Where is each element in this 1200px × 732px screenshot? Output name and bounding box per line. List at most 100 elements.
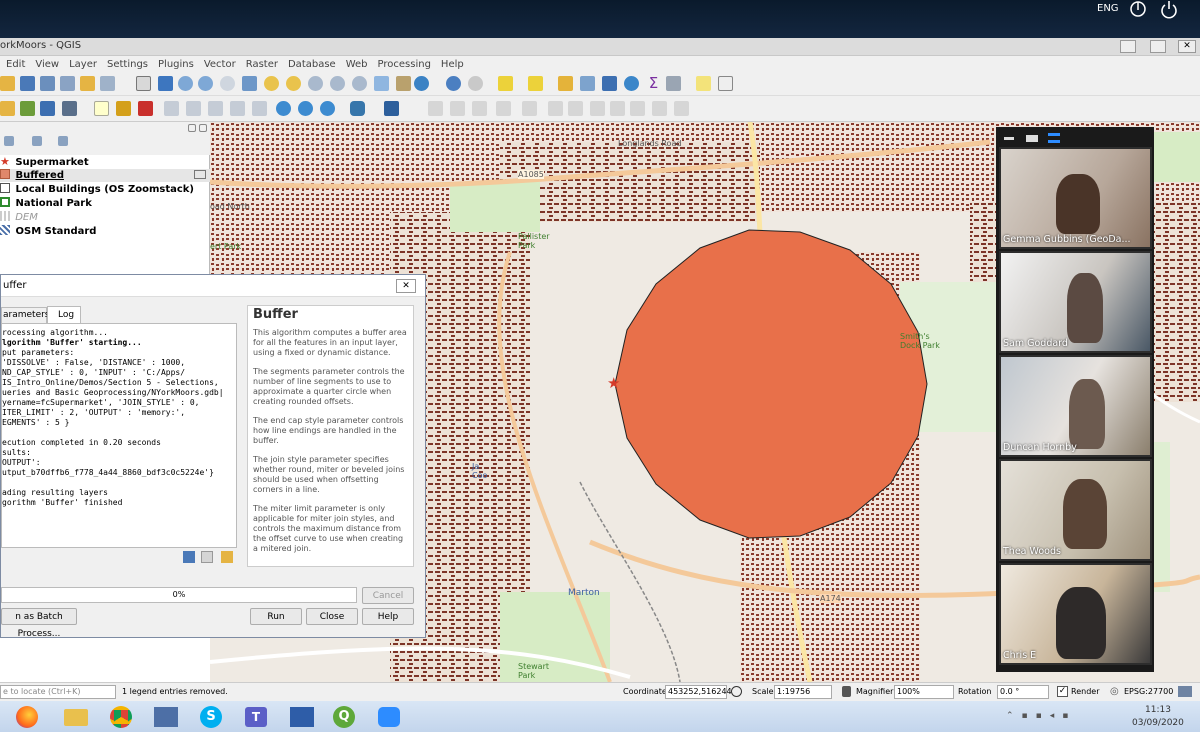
zoom-last-icon[interactable] xyxy=(330,76,345,91)
rotation-spinbox[interactable]: 0.0 ° xyxy=(997,685,1049,699)
coordinate-toggle-icon[interactable] xyxy=(731,686,742,697)
filter-legend-icon[interactable] xyxy=(58,136,68,146)
sum-icon[interactable]: Σ xyxy=(646,76,661,91)
menu-layer[interactable]: Layer xyxy=(69,59,97,70)
qgis-icon[interactable]: Q xyxy=(333,706,355,728)
text-annotation-icon[interactable] xyxy=(718,76,733,91)
delete-icon[interactable] xyxy=(568,101,583,116)
locator-search-input[interactable]: e to locate (Ctrl+K) xyxy=(0,685,116,699)
speaker-view-icon[interactable] xyxy=(1026,135,1038,142)
batch-process-button[interactable]: n as Batch Process... xyxy=(1,608,77,639)
participant-tile[interactable]: Duncan Hornby xyxy=(999,355,1152,457)
open-project-icon[interactable] xyxy=(0,76,15,91)
copy-log-icon[interactable] xyxy=(201,551,213,563)
vertex-tool-icon[interactable] xyxy=(522,101,537,116)
deselect-icon[interactable] xyxy=(558,76,573,91)
tab-parameters[interactable]: arameters xyxy=(1,307,50,323)
zoom-in-icon[interactable] xyxy=(178,76,193,91)
undo-icon[interactable] xyxy=(652,101,667,116)
map-tips-icon[interactable] xyxy=(696,76,711,91)
file-explorer-icon[interactable] xyxy=(64,709,88,726)
chrome-icon[interactable] xyxy=(110,706,132,728)
modify-attributes-icon[interactable] xyxy=(548,101,563,116)
minimize-button[interactable] xyxy=(1120,40,1136,53)
open-styling-icon[interactable] xyxy=(4,136,14,146)
temporal-icon[interactable] xyxy=(396,76,411,91)
clear-log-icon[interactable] xyxy=(221,551,233,563)
cut-icon[interactable] xyxy=(590,101,605,116)
zoom-app-icon[interactable] xyxy=(378,707,400,727)
menu-raster[interactable]: Raster xyxy=(246,59,278,70)
refresh-icon[interactable] xyxy=(414,76,429,91)
label-tool-5-icon[interactable] xyxy=(252,101,267,116)
render-checkbox[interactable]: ✓ xyxy=(1057,686,1068,697)
processing-toolbox-icon[interactable] xyxy=(624,76,639,91)
highlight-labels-icon[interactable] xyxy=(138,101,153,116)
zoom-next-icon[interactable] xyxy=(352,76,367,91)
scale-select[interactable]: 1:19756 xyxy=(774,685,832,699)
menu-web[interactable]: Web xyxy=(346,59,368,70)
measure-icon[interactable] xyxy=(666,76,681,91)
web-service-3-icon[interactable] xyxy=(320,101,335,116)
help-button[interactable]: Help xyxy=(362,608,414,625)
supermarket-star-icon[interactable]: ★ xyxy=(607,374,620,392)
menu-processing[interactable]: Processing xyxy=(378,59,431,70)
network-icon[interactable] xyxy=(1128,0,1148,20)
add-mesh-icon[interactable] xyxy=(62,101,77,116)
field-calculator-icon[interactable] xyxy=(602,76,617,91)
zoom-selection-icon[interactable] xyxy=(264,76,279,91)
remote-desktop-icon[interactable] xyxy=(154,707,178,727)
participant-tile[interactable]: Thea Woods xyxy=(999,459,1152,561)
menu-settings[interactable]: Settings xyxy=(107,59,148,70)
close-window-button[interactable]: ✕ xyxy=(1178,40,1196,53)
print-layout-icon[interactable] xyxy=(60,76,75,91)
paste-icon[interactable] xyxy=(630,101,645,116)
open-layout-icon[interactable] xyxy=(80,76,95,91)
magnifier-spinbox[interactable]: 100% xyxy=(894,685,954,699)
pan-to-selection-icon[interactable] xyxy=(158,76,173,91)
clock-date[interactable]: 03/09/2020 xyxy=(1132,718,1184,728)
layer-row-supermarket[interactable]: ★ Supermarket xyxy=(0,155,89,168)
label-icon[interactable] xyxy=(94,101,109,116)
clock-time[interactable]: 11:13 xyxy=(1145,705,1171,715)
save-icon[interactable] xyxy=(20,76,35,91)
label-tool-1-icon[interactable] xyxy=(164,101,179,116)
web-service-2-icon[interactable] xyxy=(298,101,313,116)
run-button[interactable]: Run xyxy=(250,608,302,625)
layer-row-osm[interactable]: OSM Standard xyxy=(0,225,96,238)
layer-row-local-buildings[interactable]: Local Buildings (OS Zoomstack) xyxy=(0,183,194,196)
messages-icon[interactable] xyxy=(1178,686,1192,697)
layer-row-national-park[interactable]: National Park xyxy=(0,197,92,210)
pan-hand-icon[interactable] xyxy=(136,76,151,91)
style-manager-icon[interactable] xyxy=(100,76,115,91)
digitize-icon[interactable] xyxy=(0,101,15,116)
teams-icon[interactable]: T xyxy=(245,707,267,727)
indicator-icon[interactable] xyxy=(194,170,206,179)
zoom-native-icon[interactable] xyxy=(308,76,323,91)
maximize-button[interactable] xyxy=(1150,40,1166,53)
menu-database[interactable]: Database xyxy=(288,59,336,70)
zoom-layer-icon[interactable] xyxy=(286,76,301,91)
participant-tile[interactable]: Chris E xyxy=(999,563,1152,665)
label-tool-3-icon[interactable] xyxy=(208,101,223,116)
zoom-out-icon[interactable] xyxy=(198,76,213,91)
vpn-icon[interactable] xyxy=(290,707,314,727)
select-features-icon[interactable] xyxy=(498,76,513,91)
tab-log[interactable]: Log xyxy=(47,306,81,324)
layer-row-dem[interactable]: DEM xyxy=(0,211,38,224)
cancel-button[interactable]: Cancel xyxy=(362,587,414,604)
participant-tile[interactable]: Sam Goddard xyxy=(999,251,1152,353)
lock-scale-icon[interactable] xyxy=(842,686,851,697)
power-icon[interactable] xyxy=(1159,0,1179,20)
action-icon[interactable] xyxy=(468,76,483,91)
menu-help[interactable]: Help xyxy=(441,59,464,70)
label-tool-4-icon[interactable] xyxy=(230,101,245,116)
label-tool-2-icon[interactable] xyxy=(186,101,201,116)
crs-button[interactable]: EPSG:27700 xyxy=(1124,687,1173,696)
new-map-view-icon[interactable] xyxy=(374,76,389,91)
firefox-icon[interactable] xyxy=(16,706,38,728)
dialog-close-icon[interactable]: ✕ xyxy=(396,279,416,293)
redo-icon[interactable] xyxy=(674,101,689,116)
participant-tile[interactable]: Gemma Gubbins (GeoDa... xyxy=(999,147,1152,249)
pencil-icon[interactable] xyxy=(450,101,465,116)
